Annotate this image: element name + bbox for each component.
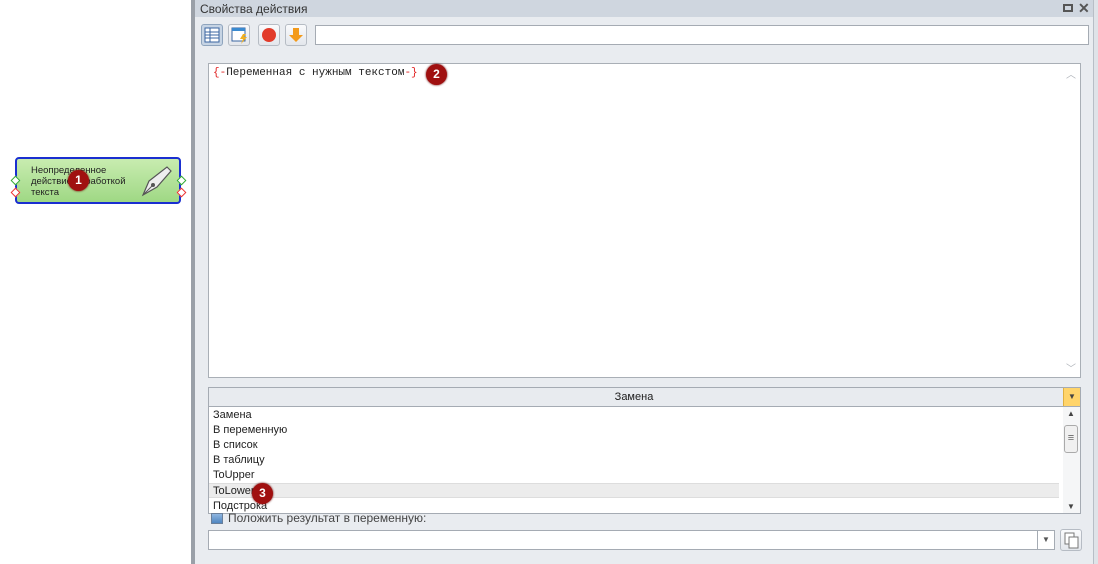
variable-close-brace: -}	[404, 67, 418, 79]
list-item-hovered[interactable]: ToLower	[209, 483, 1059, 498]
close-icon[interactable]: ✕	[1078, 0, 1090, 17]
action-properties-panel: Свойства действия ✕ {-Переменная с нужны…	[195, 0, 1093, 564]
variable-name: Переменная с нужным текстом	[226, 67, 405, 79]
result-checkbox-label: Положить результат в переменную:	[228, 511, 427, 525]
panel-right-border	[1093, 0, 1098, 564]
workflow-canvas[interactable]: Неопределенное действие обработкой текст…	[0, 0, 191, 564]
copy-icon	[1064, 532, 1079, 549]
list-item[interactable]: В список	[213, 438, 1063, 453]
combo-selected: Замена	[614, 391, 654, 403]
scroll-up-icon[interactable]: ︿	[1066, 66, 1076, 81]
scroll-down-icon[interactable]: ▼	[1067, 502, 1075, 511]
annotation-badge-1: 1	[68, 170, 89, 191]
scrollbar-thumb[interactable]: ≡	[1064, 425, 1078, 453]
list-scrollbar[interactable]: ▲ ≡ ▼	[1063, 407, 1080, 513]
stop-button[interactable]	[258, 24, 280, 46]
operation-combo[interactable]: Замена ▼	[208, 387, 1081, 407]
move-down-button[interactable]	[285, 24, 307, 46]
result-checkbox[interactable]	[211, 513, 223, 524]
arrow-down-icon	[289, 28, 303, 42]
result-variable-combo[interactable]: ▼	[208, 530, 1055, 550]
scroll-down-icon[interactable]: ﹀	[1066, 360, 1076, 375]
chevron-down-icon[interactable]: ▼	[1063, 388, 1080, 406]
table-view-button[interactable]	[201, 24, 223, 46]
scroll-up-icon[interactable]: ▲	[1067, 409, 1075, 418]
panel-titlebar: Свойства действия ✕	[195, 0, 1093, 17]
list-item[interactable]: ToUpper	[213, 468, 1063, 483]
annotation-badge-2: 2	[426, 64, 447, 85]
action-node[interactable]: Неопределенное действие обработкой текст…	[15, 157, 181, 204]
list-item[interactable]: В переменную	[213, 423, 1063, 438]
combo-dropdown-list[interactable]: Замена В переменную В список В таблицу T…	[208, 406, 1081, 514]
annotation-badge-3: 3	[252, 483, 273, 504]
variable-open-brace: {-	[213, 67, 227, 79]
table-view-icon	[204, 27, 220, 43]
action-name-input[interactable]	[315, 25, 1089, 45]
pen-nib-icon	[141, 166, 172, 197]
window-event-button[interactable]	[228, 24, 250, 46]
text-editor[interactable]: {-Переменная с нужным текстом-} 2 ︿ ﹀	[208, 63, 1081, 378]
chevron-down-icon[interactable]: ▼	[1037, 531, 1054, 549]
maximize-icon[interactable]	[1063, 4, 1073, 12]
list-item[interactable]: Замена	[213, 408, 1063, 423]
panel-title: Свойства действия	[200, 2, 308, 16]
window-lightning-icon	[231, 27, 247, 44]
copy-button[interactable]	[1060, 529, 1082, 551]
stop-icon	[262, 28, 276, 42]
list-item[interactable]: В таблицу	[213, 453, 1063, 468]
editor-content: {-Переменная с нужным текстом-}	[213, 67, 418, 79]
